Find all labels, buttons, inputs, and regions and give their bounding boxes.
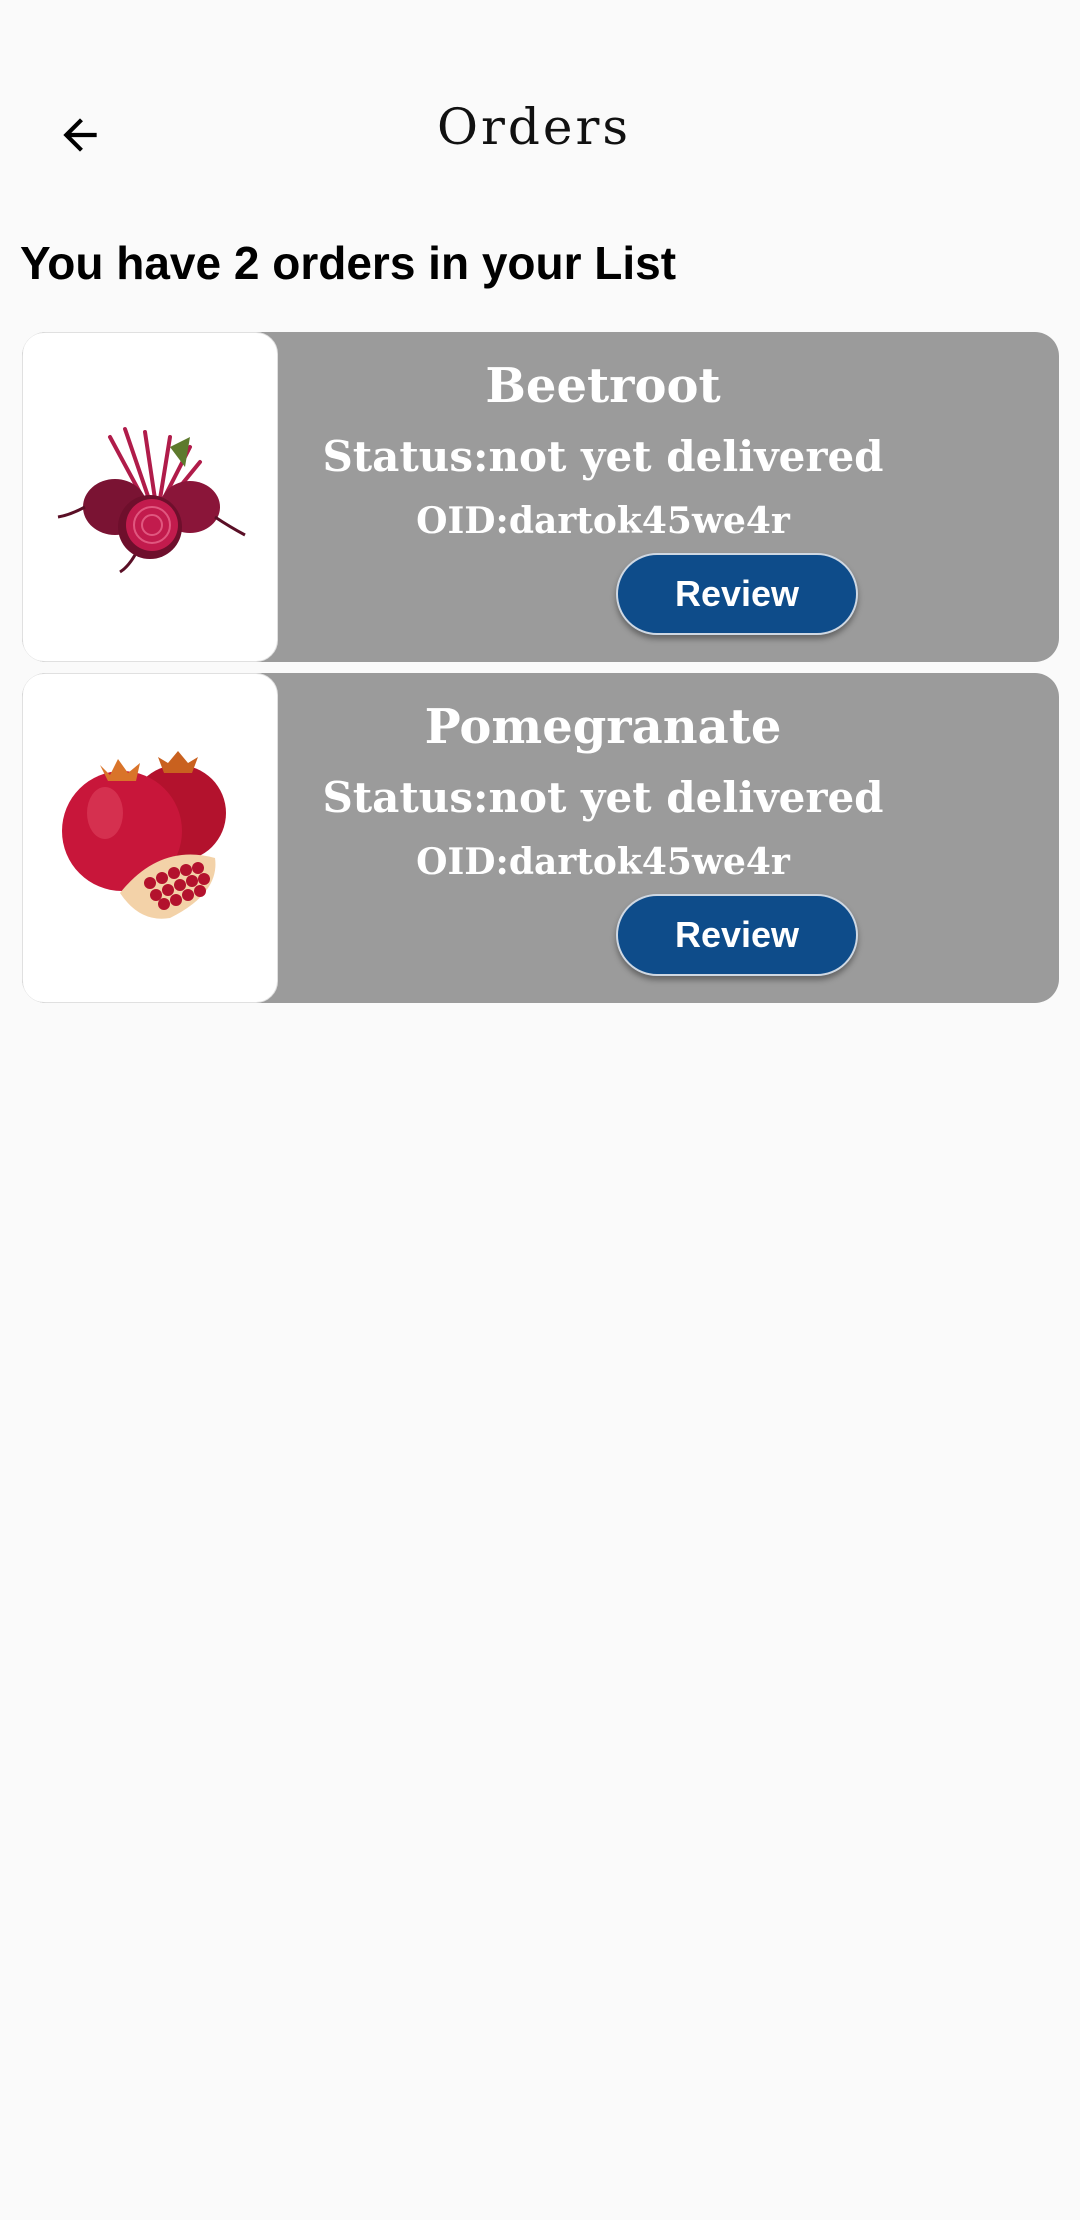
app-bar: Orders — [0, 0, 1080, 270]
pomegranate-image — [22, 673, 278, 1003]
review-button[interactable]: Review — [616, 553, 858, 635]
review-button[interactable]: Review — [616, 894, 858, 976]
order-card-pomegranate[interactable]: Pomegranate Status:not yet delivered OID… — [22, 673, 1059, 1003]
order-status: Status:not yet delivered — [322, 773, 884, 822]
order-id: OID:dartok45we4r — [416, 500, 790, 542]
page-title: Orders — [436, 98, 632, 156]
item-name: Pomegranate — [424, 699, 782, 755]
order-status: Status:not yet delivered — [322, 432, 884, 481]
beetroot-image — [22, 332, 278, 662]
item-name: Beetroot — [485, 358, 721, 414]
order-count-summary: You have 2 orders in your List — [20, 237, 677, 289]
order-card-beetroot[interactable]: Beetroot Status:not yet delivered OID:da… — [22, 332, 1059, 662]
order-id: OID:dartok45we4r — [416, 841, 790, 883]
orders-list: Beetroot Status:not yet delivered OID:da… — [22, 332, 1059, 1014]
